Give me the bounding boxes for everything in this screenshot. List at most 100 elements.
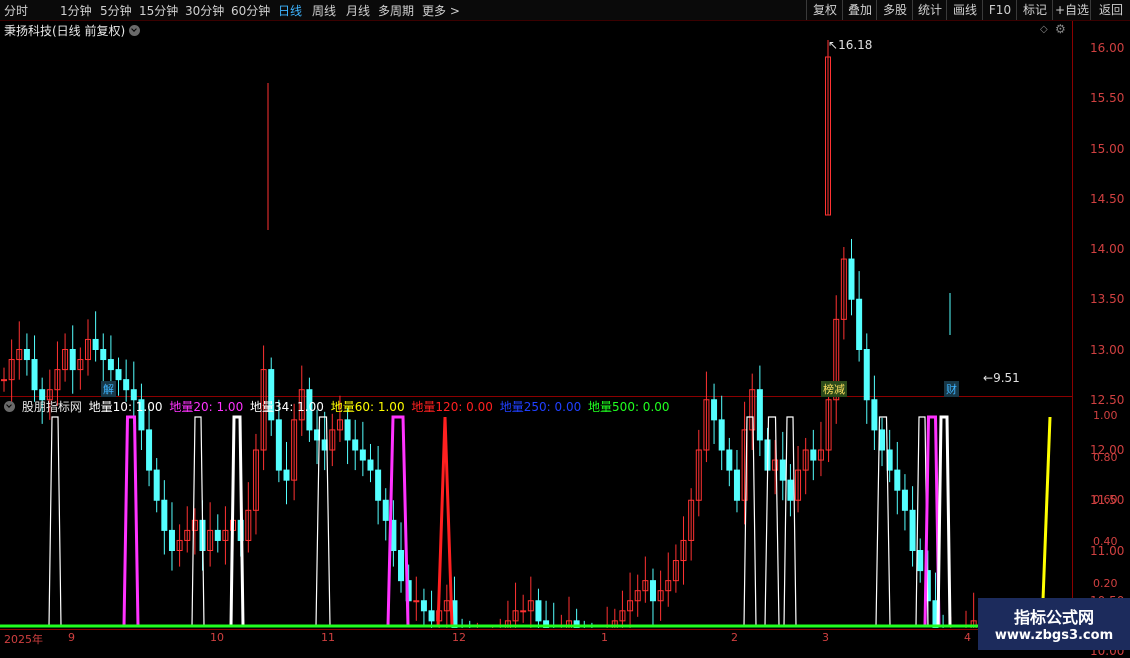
date-tick-jan: 1: [601, 631, 608, 644]
indicator-pulse-diliang120: [436, 416, 454, 627]
candle-body: [909, 509, 916, 551]
candle-body: [787, 479, 794, 501]
price-axis-label: 12.50: [1090, 392, 1125, 407]
candle-body: [520, 610, 527, 613]
indicator-axis-label: 0.20: [1093, 577, 1118, 590]
date-tick-oct: 10: [210, 631, 224, 644]
candle-body: [107, 359, 114, 371]
candle-body: [283, 469, 290, 481]
candle-body: [359, 449, 366, 461]
candle-body: [100, 349, 107, 361]
candle-body: [879, 429, 886, 451]
price-axis-label: 13.00: [1090, 342, 1125, 357]
indicator-pulse-diliang34: [936, 415, 952, 627]
candle-body: [894, 469, 901, 491]
indicator-axis-label: 1.00: [1093, 409, 1118, 422]
candle-body: [367, 459, 374, 471]
indicator-menu-icon[interactable]: [4, 401, 15, 412]
date-tick-nov: 11: [321, 631, 335, 644]
low-price-annotation: ←9.51: [983, 371, 1020, 385]
candle-body: [649, 580, 656, 602]
candle-body: [848, 258, 855, 300]
candle-body: [398, 550, 405, 582]
candle-body: [779, 459, 786, 481]
candle-body: [344, 419, 351, 441]
candle-body: [413, 600, 420, 603]
indicator-pulse-diliang10: [743, 416, 757, 627]
date-axis: 2025年 9 10 11 12 1 2 3 4: [0, 629, 1130, 651]
candle-body: [92, 338, 99, 351]
price-axis-label: 14.50: [1090, 191, 1125, 206]
high-price-annotation: ↖16.18: [828, 38, 873, 52]
candle-body: [161, 499, 168, 531]
candle-body: [153, 469, 160, 501]
date-tick-year: 2025年: [4, 633, 43, 646]
price-axis-label: 14.00: [1090, 242, 1125, 256]
indicator-name[interactable]: 股朋指标网: [22, 400, 82, 414]
candle-body: [871, 399, 878, 431]
high-price-value: 16.18: [838, 38, 873, 52]
chart-canvas: [0, 40, 1072, 628]
date-tick-mar: 3: [822, 631, 829, 644]
date-tick-feb: 2: [731, 631, 738, 644]
candle-body: [146, 429, 153, 471]
indicator-pulse-diliang20: [386, 415, 410, 627]
candle-body: [856, 298, 863, 350]
event-tag-cai[interactable]: 财: [944, 381, 959, 397]
candle-body: [917, 550, 924, 572]
watermark-title: 指标公式网: [1013, 608, 1094, 627]
legend-diliang120: 地量120: 0.00: [411, 400, 493, 414]
candle-body: [214, 529, 221, 541]
price-axis-label: 15.50: [1090, 91, 1125, 106]
date-tick-sep: 9: [68, 631, 75, 644]
indicator-pulse-diliang10: [48, 416, 62, 627]
legend-diliang10: 地量10: 1.00: [88, 400, 163, 414]
indicator-pulse-diliang20: [122, 415, 140, 627]
candle-body: [31, 359, 38, 391]
event-tag-bangjian[interactable]: 榜减: [821, 381, 847, 397]
candle-body: [863, 349, 870, 401]
candle-body: [756, 389, 763, 441]
legend-diliang250: 地量250: 0.00: [499, 400, 582, 414]
indicator-legend: 股朋指标网 地量10: 1.00 地量20: 1.00 地量34: 1.00 地…: [4, 398, 673, 415]
candle-body: [168, 529, 175, 552]
candle-body: [718, 419, 725, 451]
candle-body: [382, 499, 389, 521]
candle-body: [711, 399, 718, 421]
event-tag-jie[interactable]: 解: [101, 381, 116, 397]
candle-body: [420, 600, 427, 612]
legend-diliang20: 地量20: 1.00: [169, 400, 244, 414]
candle-body: [123, 379, 130, 391]
indicator-axis-label: 0.40: [1093, 535, 1118, 548]
indicator-pulse-diliang10: [191, 416, 205, 627]
candle-body: [901, 489, 908, 511]
candle-body: [275, 419, 282, 471]
candle-body: [1, 379, 7, 382]
candle-body: [23, 349, 30, 361]
candle-body: [375, 469, 382, 501]
candle-body: [115, 369, 122, 381]
candle-body: [733, 469, 740, 501]
watermark-url: www.zbgs3.com: [994, 628, 1114, 643]
low-price-value: 9.51: [993, 371, 1020, 385]
indicator-axis-label: 0.60: [1093, 493, 1118, 506]
price-axis-label: 16.00: [1090, 41, 1125, 55]
indicator-pulse-diliang34: [229, 415, 245, 627]
date-tick-dec: 12: [452, 631, 466, 644]
candle-body: [726, 449, 733, 471]
date-tick-apr: 4: [964, 631, 971, 644]
indicator-pulse-diliang60: [1040, 416, 1052, 627]
price-axis-label: 13.50: [1090, 292, 1125, 307]
candle-body: [535, 600, 542, 622]
candle-body: [69, 349, 76, 371]
candle-body: [352, 439, 359, 451]
indicator-axis-label: 0.80: [1093, 451, 1118, 464]
back-button[interactable]: 返回: [1090, 0, 1130, 20]
watermark-badge: 指标公式网 www.zbgs3.com: [978, 598, 1130, 650]
candle-body: [428, 610, 435, 622]
legend-diliang500: 地量500: 0.00: [588, 400, 670, 414]
price-axis-label: 15.00: [1090, 141, 1125, 156]
candle-body: [810, 449, 817, 461]
legend-diliang60: 地量60: 1.00: [330, 400, 405, 414]
indicator-pulse-diliang10: [783, 416, 797, 627]
